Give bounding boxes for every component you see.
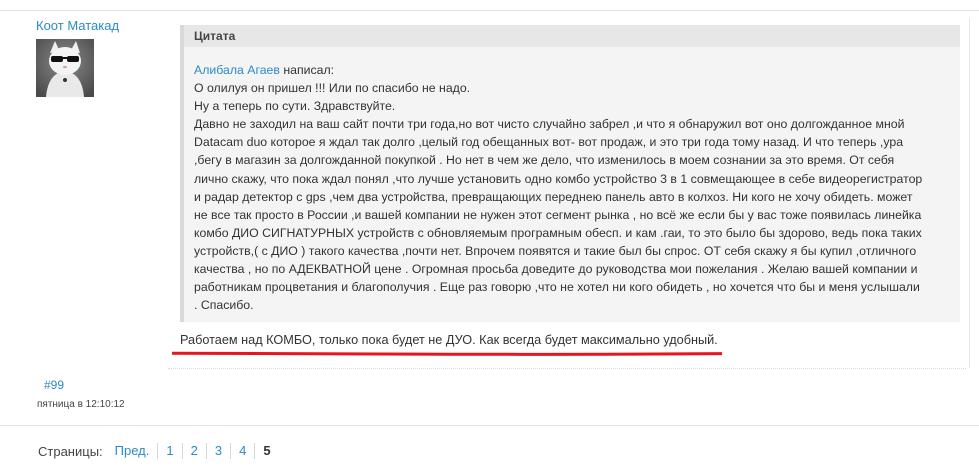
red-underline-annotation [172, 351, 722, 356]
bottom-divider [0, 425, 979, 426]
quote-wrote-label: написал: [283, 63, 335, 77]
quote-text-line: лично скажу, что пока ждал понял ,что лу… [194, 171, 923, 186]
post-permalink[interactable]: #99 [44, 378, 64, 392]
post-timestamp: пятница в 12:10:12 [37, 399, 125, 410]
quote-text-line: О олилуя он пришел !!! Или по спасибо не… [194, 81, 471, 96]
quote-text-line: Ну а теперь по сути. Здравствуйте. [194, 99, 396, 114]
quote-text-line: Давно не заходил на ваш сайт почти три г… [194, 117, 905, 132]
pagination-current-page: 5 [263, 443, 271, 458]
top-divider [0, 10, 979, 11]
user-avatar[interactable] [36, 39, 94, 97]
cat-with-sunglasses-avatar-image [36, 39, 94, 97]
quote-text-line: устройств,( с ДИО ) такого качества ,поч… [194, 243, 917, 258]
pagination-prev-link[interactable]: Пред. [115, 443, 159, 459]
quote-text-line: комбо ДИО СИГНАТУРНЫХ устройств с обновл… [194, 225, 922, 240]
post-username-link[interactable]: Коот Матакад [36, 18, 119, 33]
pagination-page-1[interactable]: 1 [158, 443, 183, 459]
pagination-page-2[interactable]: 2 [183, 443, 207, 459]
quote-text-line: и радар детектор с gps ,чем два устройст… [194, 189, 913, 204]
quote-text-line: ,бегу в магазин за долгожданной покупкой… [194, 153, 895, 168]
post-content: Цитата Алибала Агаев написал: О олилуя о… [168, 18, 970, 368]
quote-text-line: работникам процветания и благополучия . … [194, 280, 920, 295]
pagination-label: Страницы: [38, 443, 103, 459]
quote-body: Алибала Агаев написал: О олилуя он прише… [184, 47, 960, 314]
quote-text-line: качества , но по АДЕКВАТНОЙ цене . Огром… [194, 262, 918, 277]
quote-text-line: Datacam duo которое я ждал так долго ,це… [194, 135, 904, 150]
quote-text-line: . Спасибо. [194, 298, 254, 313]
post-footer-divider [168, 368, 966, 369]
quote-header: Цитата [184, 25, 960, 47]
quote-text-line: не все так просто в России ,и вашей комп… [194, 207, 922, 222]
quote-block: Цитата Алибала Агаев написал: О олилуя о… [180, 25, 960, 322]
pagination: Страницы: Пред. 1 2 3 4 5 [38, 443, 279, 459]
pagination-page-4[interactable]: 4 [231, 443, 256, 459]
reply-text: Работаем над КОМБО, только пока будет не… [180, 333, 718, 347]
quote-attribution: Алибала Агаев написал: [194, 61, 950, 79]
quote-author-link[interactable]: Алибала Агаев [194, 63, 280, 77]
pagination-page-3[interactable]: 3 [207, 443, 232, 459]
